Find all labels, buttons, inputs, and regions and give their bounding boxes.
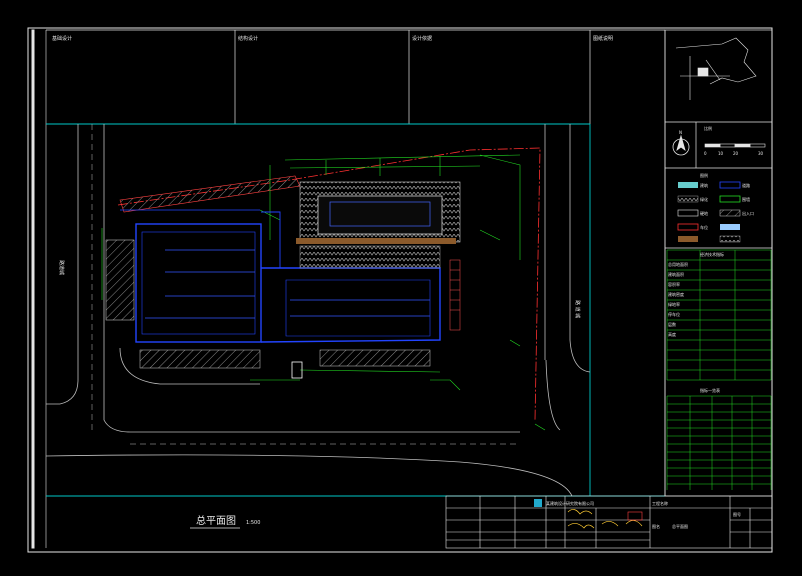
parking-bays-west: [105, 239, 135, 321]
legend-swatch-7: [677, 223, 699, 231]
tech-table-row-7: 高度: [668, 331, 676, 337]
scale-tick-2: 20: [733, 151, 739, 156]
legend-swatch-9: [678, 236, 698, 242]
scale-tick-1: 10: [718, 151, 724, 156]
tech-table-row-0: 总用地面积: [668, 261, 688, 267]
tech-table-row-5: 停车位: [668, 311, 680, 317]
legend-row-7: 车位: [700, 224, 708, 230]
note-box-label-1: 基础设计: [52, 35, 72, 42]
tech-table-row-2: 容积率: [668, 281, 680, 287]
legend-row-2: 道路: [742, 182, 750, 188]
key-map: [675, 37, 757, 100]
red-fence: [119, 175, 301, 213]
legend-row-1: 建筑: [700, 182, 708, 188]
company-logo: [534, 499, 542, 507]
tech-table-header: 经济技术指标: [700, 251, 724, 257]
legend-row-3: 绿化: [700, 196, 708, 202]
parking-bays-east: [449, 259, 461, 331]
company-name: 某建筑设计研究院有限公司: [546, 500, 594, 506]
south-hatch-band: [299, 245, 441, 269]
site-boundary: [46, 123, 665, 497]
tech-table-row-4: 绿地率: [668, 301, 680, 307]
tech-table-row-1: 建筑面积: [668, 271, 684, 277]
stamp-mark: [627, 511, 643, 521]
north-arrow-icon: [672, 134, 690, 156]
legend-swatch-4: [719, 195, 741, 203]
tech-table-row-6: 层数: [668, 321, 676, 327]
legend-swatch-2: [719, 181, 741, 189]
legend-row-6: 出入口: [742, 210, 754, 216]
legend-swatch-3: [677, 195, 699, 203]
sheet-label: 图号: [733, 511, 741, 517]
brown-strip: [296, 238, 456, 244]
plan-scale: 1:500: [246, 520, 260, 526]
plan-title: 总平面图: [196, 514, 236, 527]
note-box-label-4: 图纸说明: [593, 35, 613, 42]
legend-row-5: 硬地: [700, 210, 708, 216]
title-block: [445, 495, 773, 549]
cad-drawing-canvas[interactable]: 基础设计 结构设计 设计依据 图纸说明 路 道 城 路道城 总平面图 1:500…: [0, 0, 802, 576]
legend-swatch-6: [719, 209, 741, 217]
parking-bays-south: [139, 349, 431, 369]
legend-swatch-8: [720, 224, 740, 230]
dashed-center-lines: [91, 124, 520, 445]
note-box-label-2: 结构设计: [238, 35, 258, 42]
north-label: N: [679, 130, 682, 135]
project-label: 工程名称: [652, 500, 668, 506]
scale-bar-label: 比例: [704, 125, 712, 131]
main-building-west: [135, 223, 262, 343]
legend-swatch-10: [719, 235, 741, 243]
road-label-west: 路道城: [58, 260, 65, 275]
drawing-name: 总平面图: [672, 523, 688, 529]
scale-tick-3: 30: [758, 151, 764, 156]
legend-swatch-1: [678, 182, 698, 188]
tech-table-grid: [666, 249, 772, 490]
legend-swatch-5: [677, 209, 699, 217]
tech-table-row-3: 建筑密度: [668, 291, 684, 297]
tech-table-sub-header: 指标一览表: [700, 387, 720, 393]
legend: [677, 181, 741, 243]
scale-bar: [704, 143, 766, 148]
legend-row-4: 围墙: [742, 196, 750, 202]
note-box-label-3: 设计依据: [412, 35, 432, 42]
drawing-label: 图名: [652, 523, 660, 529]
legend-row-0: 图例: [700, 172, 708, 178]
drawing-frame: [27, 27, 773, 553]
scale-tick-0: 0: [704, 151, 707, 156]
road-label-east: 路 道 城: [574, 300, 581, 318]
